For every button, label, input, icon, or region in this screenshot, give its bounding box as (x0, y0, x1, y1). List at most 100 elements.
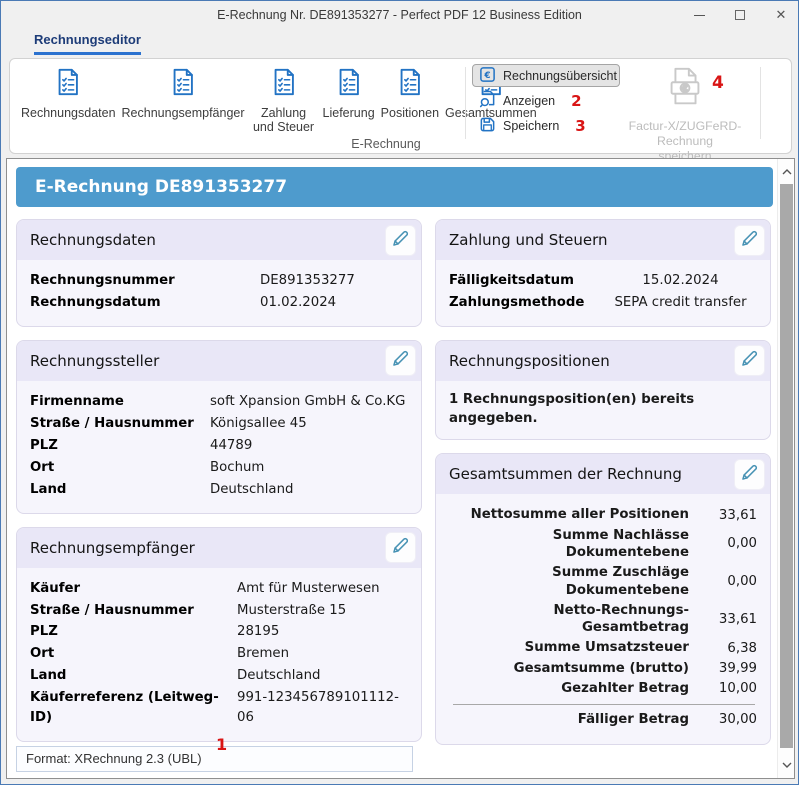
scroll-down-icon[interactable] (778, 756, 795, 774)
card-rechnungsdaten: Rechnungsdaten (16, 219, 422, 327)
field-label: Ort (30, 644, 237, 664)
checklist-document-icon (168, 67, 198, 106)
pencil-icon (390, 535, 411, 560)
card-header: Rechnungssteller (17, 341, 421, 381)
app-window: E-Rechnung Nr. DE891353277 - Perfect PDF… (0, 0, 799, 785)
ribbon: Rechnungsdaten Rechnungsempfänger (9, 58, 792, 154)
total-label: Summe Nachlässe Dokumentebene (449, 527, 689, 562)
pencil-icon (739, 348, 760, 373)
small-button-label: Anzeigen (503, 94, 555, 108)
field-value: Deutschland (237, 666, 408, 686)
card-body: Nettosumme aller Positionen33,61 Summe N… (436, 494, 770, 743)
card-title: Rechnungspositionen (449, 352, 610, 370)
positions-summary-text: 1 Rechnungsposition(en) bereits angegebe… (449, 390, 757, 429)
total-value: 39,99 (689, 661, 757, 676)
field-label: PLZ (30, 622, 237, 642)
field-value: Musterstraße 15 (237, 601, 408, 621)
invoice-banner-title: E-Rechnung DE891353277 (16, 167, 773, 207)
big-button-label: Zahlung und Steuer (251, 106, 317, 135)
big-button-label: Lieferung (323, 106, 375, 120)
card-body: Fälligkeitsdatum15.02.2024 Zahlungsmetho… (436, 260, 770, 326)
close-icon[interactable]: ✕ (774, 8, 788, 22)
card-title: Rechnungsempfänger (30, 539, 195, 557)
big-button-label: Rechnungsdaten (21, 106, 116, 120)
field-label: Käufer (30, 579, 237, 599)
annotation-3: 3 (575, 117, 585, 135)
field-value: 15.02.2024 (604, 271, 757, 291)
total-value: 10,00 (689, 681, 757, 696)
field-value: Bremen (237, 644, 408, 664)
edit-rechnungsdaten-button[interactable] (385, 225, 416, 256)
zahlung-und-steuer-button[interactable]: Zahlung und Steuer (248, 65, 320, 137)
save-disk-icon (479, 116, 496, 136)
field-row: Rechnungsdatum 01.02.2024 (30, 293, 408, 313)
vertical-scrollbar[interactable] (777, 159, 794, 778)
card-body: KäuferAmt für Musterwesen Straße / Hausn… (17, 568, 421, 742)
total-label: Summe Zuschläge Dokumentebene (449, 564, 689, 599)
card-title: Rechnungssteller (30, 352, 159, 370)
field-label: Ort (30, 458, 210, 478)
big-button-label: Rechnungsempfänger (122, 106, 245, 120)
field-value: Amt für Musterwesen (237, 579, 408, 599)
field-value: 01.02.2024 (260, 293, 408, 313)
card-header: Rechnungspositionen (436, 341, 770, 381)
facturx-zugferd-save-button[interactable]: € Factur-X/ZUGFeRD-Rechnung speichern (610, 65, 760, 163)
field-label: Rechnungsnummer (30, 271, 260, 291)
small-button-label: Rechnungsübersicht (503, 69, 617, 83)
card-header: Rechnungsempfänger (17, 528, 421, 568)
edit-rechnungssteller-button[interactable] (385, 345, 416, 376)
checklist-document-icon (395, 67, 425, 106)
ribbon-group-separator (465, 67, 466, 139)
card-title: Zahlung und Steuern (449, 231, 608, 249)
edit-gesamtsummen-button[interactable] (734, 459, 765, 490)
amount-due-value: 30,00 (689, 712, 757, 727)
card-header: Rechnungsdaten (17, 220, 421, 260)
total-value: 33,61 (689, 612, 757, 627)
card-title: Rechnungsdaten (30, 231, 156, 249)
field-label: Zahlungsmethode (449, 293, 604, 313)
edit-zahlung-button[interactable] (734, 225, 765, 256)
minimize-icon[interactable] (692, 8, 706, 22)
card-gesamtsummen: Gesamtsummen der Rechnung (435, 453, 771, 744)
left-column: Rechnungsdaten (16, 219, 422, 758)
field-label: Käuferreferenz (Leitweg- ID) (30, 688, 237, 728)
pencil-icon (739, 462, 760, 487)
edit-rechnungsempfaenger-button[interactable] (385, 532, 416, 563)
edit-positionen-button[interactable] (734, 345, 765, 376)
totals-divider (453, 704, 755, 705)
checklist-document-icon (269, 67, 299, 106)
annotation-1: 1 (216, 735, 227, 754)
svg-text:€: € (682, 84, 687, 94)
speichern-button[interactable]: Speichern 3 (472, 114, 620, 137)
amount-due-label: Fälliger Betrag (449, 711, 689, 728)
field-label: Straße / Hausnummer (30, 414, 210, 434)
rechnungsdaten-button[interactable]: Rechnungsdaten (18, 65, 119, 122)
card-body: Firmennamesoft Xpansion GmbH & Co.KG Str… (17, 381, 421, 513)
rechnungsempfaenger-button[interactable]: Rechnungsempfänger (119, 65, 248, 122)
annotation-2: 2 (571, 92, 581, 110)
field-row: Rechnungsnummer DE891353277 (30, 271, 408, 291)
total-label: Gezahlter Betrag (449, 680, 689, 697)
small-button-label: Speichern (503, 119, 559, 133)
anzeigen-button[interactable]: Anzeigen 2 (472, 89, 620, 112)
field-value: 991-123456789101112- 06 (237, 688, 408, 728)
scroll-up-icon[interactable] (778, 163, 795, 181)
positionen-button[interactable]: Positionen (378, 65, 442, 122)
field-value: soft Xpansion GmbH & Co.KG (210, 392, 408, 412)
lieferung-button[interactable]: Lieferung (320, 65, 378, 122)
pencil-icon (390, 348, 411, 373)
field-value: 28195 (237, 622, 408, 642)
window-controls: ✕ (692, 1, 788, 29)
card-rechnungssteller: Rechnungssteller (16, 340, 422, 514)
pencil-icon (739, 228, 760, 253)
scrollbar-thumb[interactable] (780, 184, 793, 748)
field-label: PLZ (30, 436, 210, 456)
card-body: 1 Rechnungsposition(en) bereits angegebe… (436, 381, 770, 440)
field-value: Königsallee 45 (210, 414, 408, 434)
annotation-4: 4 (712, 73, 724, 93)
rechnungsuebersicht-button[interactable]: € Rechnungsübersicht (472, 64, 620, 87)
maximize-icon[interactable] (733, 8, 747, 22)
tab-rechnungseditor[interactable]: Rechnungseditor (34, 32, 141, 55)
right-column: Zahlung und Steuern (435, 219, 771, 758)
field-value: Bochum (210, 458, 408, 478)
